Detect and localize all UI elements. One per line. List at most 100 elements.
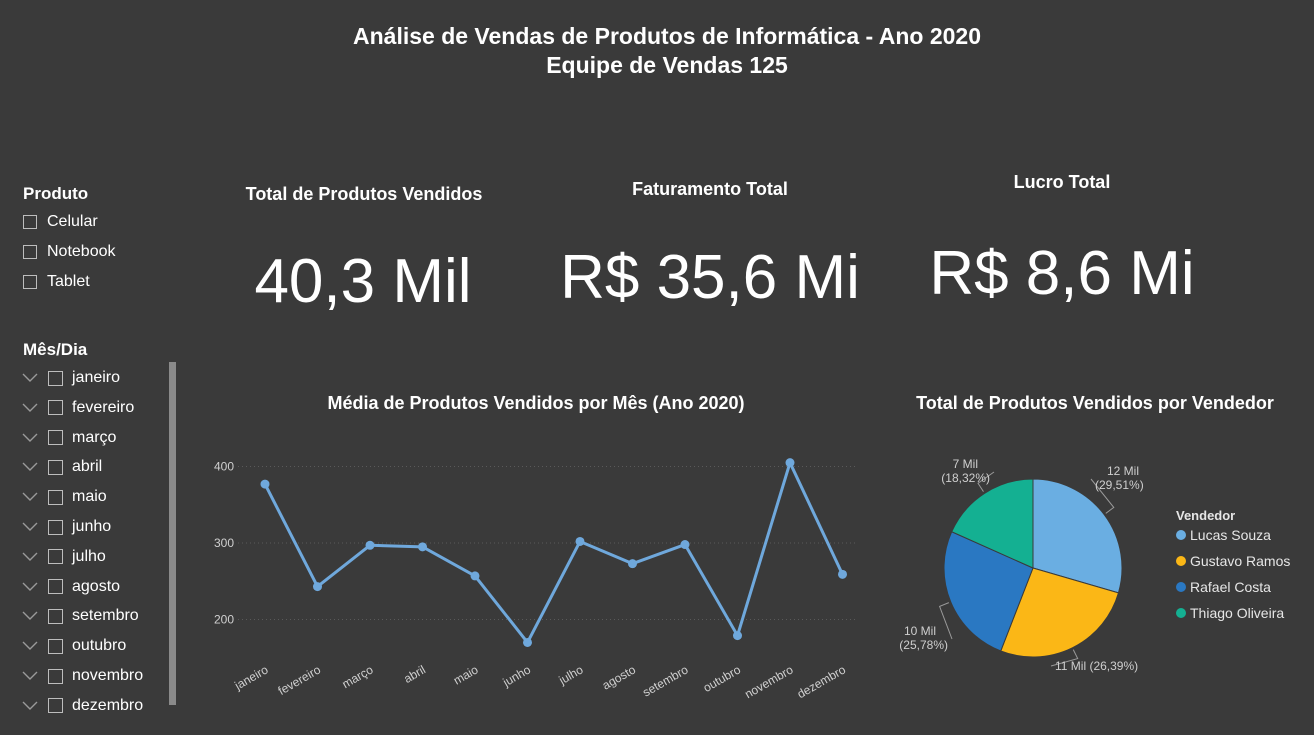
mes-option-9[interactable]: outubro [22, 635, 126, 657]
checkbox[interactable] [48, 668, 63, 684]
line-chart-points [260, 458, 847, 647]
mes-option-2[interactable]: março [22, 427, 116, 449]
produto-option-label: Celular [47, 213, 98, 230]
chevron-down-icon[interactable] [22, 462, 38, 472]
mes-slicer-scrollbar[interactable] [169, 362, 176, 705]
data-point[interactable] [523, 637, 532, 647]
pie-leader-line [938, 602, 953, 640]
checkbox[interactable] [23, 245, 37, 259]
checkbox[interactable] [48, 579, 63, 595]
pie-slices [943, 478, 1123, 658]
pie-data-label-percent: (18,32%) [941, 471, 990, 485]
chevron-down-icon[interactable] [22, 433, 38, 443]
checkbox[interactable] [48, 459, 63, 475]
data-point[interactable] [418, 542, 427, 552]
mes-option-label: agosto [72, 577, 121, 595]
checkbox[interactable] [23, 215, 37, 229]
data-point[interactable] [733, 631, 742, 641]
chevron-down-icon[interactable] [22, 641, 38, 651]
mes-option-7[interactable]: agosto [22, 576, 120, 598]
chevron-down-icon[interactable] [22, 671, 38, 681]
mes-option-label: fevereiro [72, 398, 135, 416]
mes-option-8[interactable]: setembro [22, 605, 139, 627]
card-total-produtos-value: 40,3 Mil [254, 247, 472, 316]
legend-item[interactable]: Rafael Costa [1176, 579, 1271, 595]
y-tick-label: 300 [214, 536, 234, 550]
checkbox[interactable] [48, 489, 63, 505]
x-tick-label: setembro [640, 662, 691, 699]
data-point[interactable] [785, 458, 795, 468]
mes-option-label: outubro [72, 637, 127, 655]
legend-marker [1176, 582, 1186, 592]
data-point[interactable] [365, 540, 375, 550]
data-point[interactable] [313, 582, 322, 592]
data-point[interactable] [260, 479, 270, 489]
pie-data-label-value: 12 Mil [1107, 464, 1139, 478]
mes-option-1[interactable]: fevereiro [22, 397, 134, 419]
produto-option-tablet[interactable]: Tablet [23, 271, 90, 293]
mes-option-11[interactable]: dezembro [22, 695, 143, 717]
mes-option-3[interactable]: abril [22, 456, 102, 478]
chevron-down-icon[interactable] [22, 552, 38, 562]
produto-option-notebook[interactable]: Notebook [23, 241, 116, 263]
checkbox[interactable] [48, 430, 63, 446]
line-chart-title: Média de Produtos Vendidos por Mês (Ano … [327, 393, 745, 413]
mes-option-10[interactable]: novembro [22, 665, 143, 687]
data-point[interactable] [838, 569, 847, 579]
checkbox[interactable] [48, 698, 63, 714]
data-point[interactable] [628, 559, 637, 569]
chevron-down-icon[interactable] [22, 403, 38, 413]
mes-option-6[interactable]: julho [22, 546, 106, 568]
checkbox[interactable] [48, 370, 63, 386]
chevron-down-icon[interactable] [22, 611, 38, 621]
chevron-down-icon[interactable] [22, 701, 38, 711]
x-tick-label: maio [451, 662, 481, 687]
checkbox[interactable] [48, 638, 63, 654]
checkbox[interactable] [48, 400, 63, 416]
data-point[interactable] [680, 540, 690, 550]
line-chart-gridlines [238, 466, 855, 620]
mes-option-0[interactable]: janeiro [22, 367, 120, 389]
data-point[interactable] [470, 571, 480, 581]
checkbox[interactable] [48, 549, 63, 565]
produto-option-celular[interactable]: Celular [23, 211, 98, 233]
x-tick-label: julho [556, 662, 586, 687]
line-series [263, 461, 844, 644]
report-title: Análise de Vendas de Produtos de Informá… [0, 22, 1314, 80]
legend-item[interactable]: Lucas Souza [1176, 527, 1271, 543]
pie-chart-title: Total de Produtos Vendidos por Vendedor [916, 393, 1274, 413]
data-point[interactable] [575, 536, 585, 546]
x-tick-label: abril [401, 662, 428, 685]
produto-option-label: Tablet [47, 273, 90, 290]
chevron-down-icon[interactable] [22, 522, 38, 532]
x-tick-label: dezembro [795, 662, 848, 701]
mes-option-label: março [72, 428, 117, 446]
legend-marker [1176, 556, 1186, 566]
mes-option-label: janeiro [72, 369, 121, 386]
chevron-down-icon[interactable] [22, 492, 38, 502]
chevron-down-icon[interactable] [22, 582, 38, 592]
mes-option-label: junho [72, 518, 112, 535]
card-lucro-value: R$ 8,6 Mi [929, 239, 1195, 308]
y-tick-label: 200 [214, 613, 234, 627]
legend-item[interactable]: Thiago Oliveira [1176, 605, 1284, 621]
checkbox[interactable] [48, 519, 63, 535]
checkbox[interactable] [23, 275, 37, 289]
mes-option-label: abril [72, 458, 103, 476]
mes-option-4[interactable]: maio [22, 486, 107, 508]
x-tick-label: fevereiro [276, 662, 324, 698]
mes-option-5[interactable]: junho [22, 516, 111, 538]
x-tick-label: março [340, 662, 376, 691]
legend-item[interactable]: Gustavo Ramos [1176, 553, 1290, 569]
mes-option-label: novembro [72, 667, 144, 684]
mes-option-label: julho [72, 547, 106, 565]
report-title-line2: Equipe de Vendas 125 [546, 52, 788, 78]
checkbox[interactable] [48, 608, 63, 624]
y-tick-label: 400 [214, 460, 234, 474]
produto-option-label: Notebook [47, 243, 116, 260]
mes-slicer-title: Mês/Dia [23, 340, 88, 359]
legend-marker [1176, 530, 1186, 540]
card-total-produtos-title: Total de Produtos Vendidos [245, 184, 483, 204]
x-tick-label: agosto [600, 662, 638, 692]
chevron-down-icon[interactable] [22, 373, 38, 383]
